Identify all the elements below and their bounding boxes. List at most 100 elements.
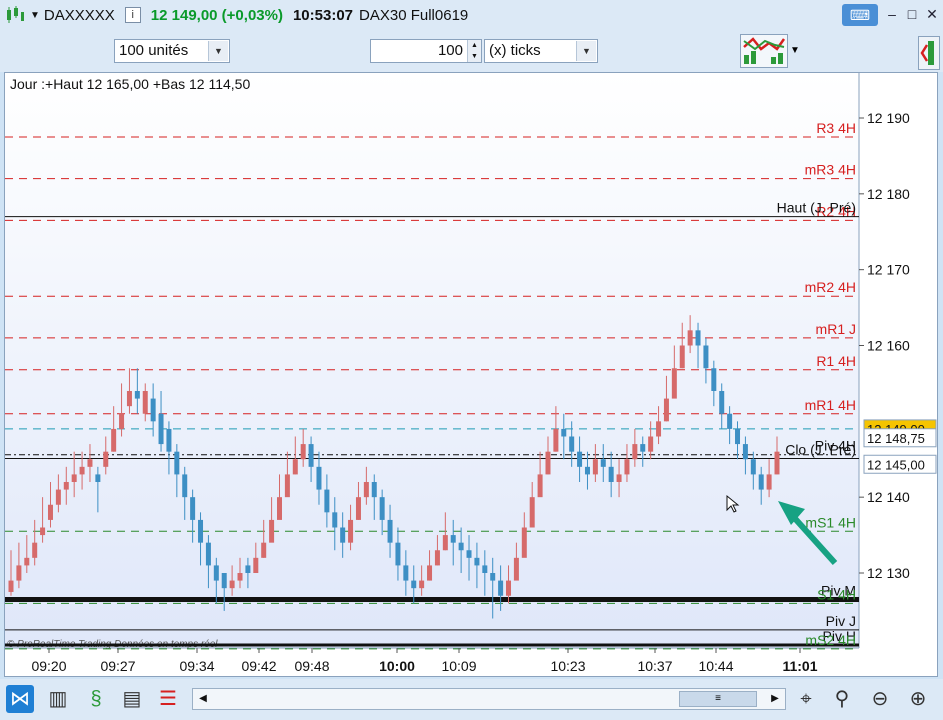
candle-body (221, 573, 227, 589)
layout-icon[interactable]: ▥ (44, 685, 72, 713)
zoom-area-icon[interactable]: ⚲ (828, 685, 856, 713)
indicators-button[interactable] (740, 34, 788, 68)
x-tick-label: 10:23 (550, 658, 585, 674)
candle-body (340, 527, 346, 543)
chart-scrollbar[interactable]: ◀ ≡ ▶ (192, 688, 786, 710)
candle-body (442, 535, 448, 551)
candle-body (126, 391, 132, 407)
level-label: Piv J (826, 613, 856, 629)
candle-body (648, 436, 654, 452)
price-tag-label: 12 148,75 (867, 431, 925, 446)
y-tick-label: 12 140 (867, 489, 910, 505)
zoom-in-icon[interactable]: ⊕ (904, 685, 932, 713)
scroll-thumb[interactable]: ≡ (679, 691, 757, 707)
candle-body (205, 542, 211, 566)
candle-body (758, 474, 764, 490)
symbol-name[interactable]: DAXXXXX (44, 7, 115, 24)
cursor-tool-icon[interactable]: ⌖ (792, 685, 820, 713)
candle-body (584, 466, 590, 475)
candle-body (134, 391, 140, 399)
level-label: Haut (J. Pré) (777, 200, 856, 216)
candle-body (316, 466, 322, 490)
ticks-input[interactable]: 100 ▲ ▼ (370, 39, 482, 63)
candle-body (553, 428, 559, 452)
x-tick-label: 10:09 (441, 658, 476, 674)
x-tick-label: 09:20 (31, 658, 66, 674)
candle-body (47, 504, 53, 520)
object-tools-icon[interactable]: § (82, 685, 110, 713)
candle-body (261, 542, 267, 558)
info-icon[interactable]: i (124, 7, 141, 23)
candle-body (174, 451, 180, 475)
candle-body (482, 565, 488, 573)
candle-body (450, 535, 456, 543)
candle-body (16, 565, 22, 581)
level-label: Clo (J. Pré) (785, 441, 856, 457)
scroll-left-icon[interactable]: ◀ (194, 690, 212, 708)
candle-body (411, 580, 417, 589)
candle-body (671, 368, 677, 399)
price-tag-label: 12 145,00 (867, 457, 925, 472)
x-tick-label: 10:00 (379, 658, 415, 674)
ticks-value: 100 (437, 42, 463, 59)
candle-body (711, 368, 717, 391)
candle-body (284, 474, 290, 498)
candle-body (498, 580, 504, 596)
candle-body (774, 451, 780, 475)
ticks-mode-select[interactable]: (x) ticks ▼ (484, 39, 598, 63)
zoom-out-icon[interactable]: ⊖ (866, 685, 894, 713)
candle-body (332, 512, 338, 528)
candle-body (735, 428, 741, 445)
close-button[interactable]: ✕ (923, 5, 941, 23)
y-tick-label: 12 170 (867, 262, 910, 278)
scroll-right-icon[interactable]: ▶ (766, 690, 784, 708)
price-tags: 12 149,0012 148,7512 145,00 (863, 419, 937, 474)
candle-body (213, 565, 219, 581)
side-panel-toggle[interactable] (918, 36, 940, 70)
candle-body (490, 573, 496, 581)
candle-body (624, 459, 630, 475)
chevron-down-icon[interactable]: ▼ (208, 41, 228, 61)
level-label: mR1 J (816, 321, 856, 337)
candle-body (150, 398, 156, 422)
clock-time: 10:53:07 (292, 6, 354, 24)
instrument-name: DAX30 Full0619 (359, 6, 469, 24)
level-label: R3 4H (816, 120, 856, 136)
units-select[interactable]: 100 unités ▼ (114, 39, 230, 63)
bottom-toolbar: ⋈ ▥ § ▤ ☰ ◀ ≡ ▶ ⌖ ⚲ ⊖ ⊕ (0, 679, 943, 720)
candle-body (355, 497, 361, 520)
spinner-icon[interactable]: ▲ ▼ (467, 40, 481, 62)
candle-body (79, 466, 85, 475)
x-axis-ticks: 09:20 09:27 09:34 09:42 09:48 10:00 10:09 10:23… (31, 648, 818, 674)
price-chart[interactable]: Jour :+Haut 12 165,00 +Bas 12 114,50 © P… (5, 73, 937, 676)
candlestick-logo-icon (7, 6, 24, 23)
candle-body (529, 497, 535, 528)
minimize-button[interactable]: – (883, 5, 901, 23)
keyboard-icon[interactable]: ⌨ (842, 4, 878, 26)
candle-body (348, 519, 354, 543)
side-panel-icon (920, 41, 934, 65)
share-icon[interactable]: ⋈ (6, 685, 34, 713)
candle-body (537, 474, 543, 498)
candle-body (182, 474, 188, 498)
candle-body (616, 474, 622, 482)
symbol-dropdown-icon[interactable]: ▼ (30, 10, 40, 21)
y-tick-label: 12 180 (867, 186, 910, 202)
candle-body (63, 482, 69, 490)
drawing-icon[interactable]: ☰ (154, 685, 182, 713)
candle-body (521, 527, 527, 558)
x-tick-label: 09:34 (179, 658, 214, 674)
chevron-down-icon[interactable]: ▼ (788, 40, 802, 62)
list-icon[interactable]: ▤ (118, 685, 146, 713)
candle-body (32, 542, 38, 558)
level-label: mS2 4H (805, 632, 856, 648)
level-label: mR2 4H (805, 279, 856, 295)
candle-body (719, 391, 725, 414)
chart-panel[interactable]: Jour :+Haut 12 165,00 +Bas 12 114,50 © P… (4, 72, 938, 677)
candle-body (269, 519, 275, 543)
maximize-button[interactable]: □ (903, 5, 921, 23)
chevron-down-icon[interactable]: ▼ (576, 41, 596, 61)
level-label: mR1 4H (805, 397, 856, 413)
candle-body (640, 444, 646, 452)
y-tick-label: 12 130 (867, 565, 910, 581)
